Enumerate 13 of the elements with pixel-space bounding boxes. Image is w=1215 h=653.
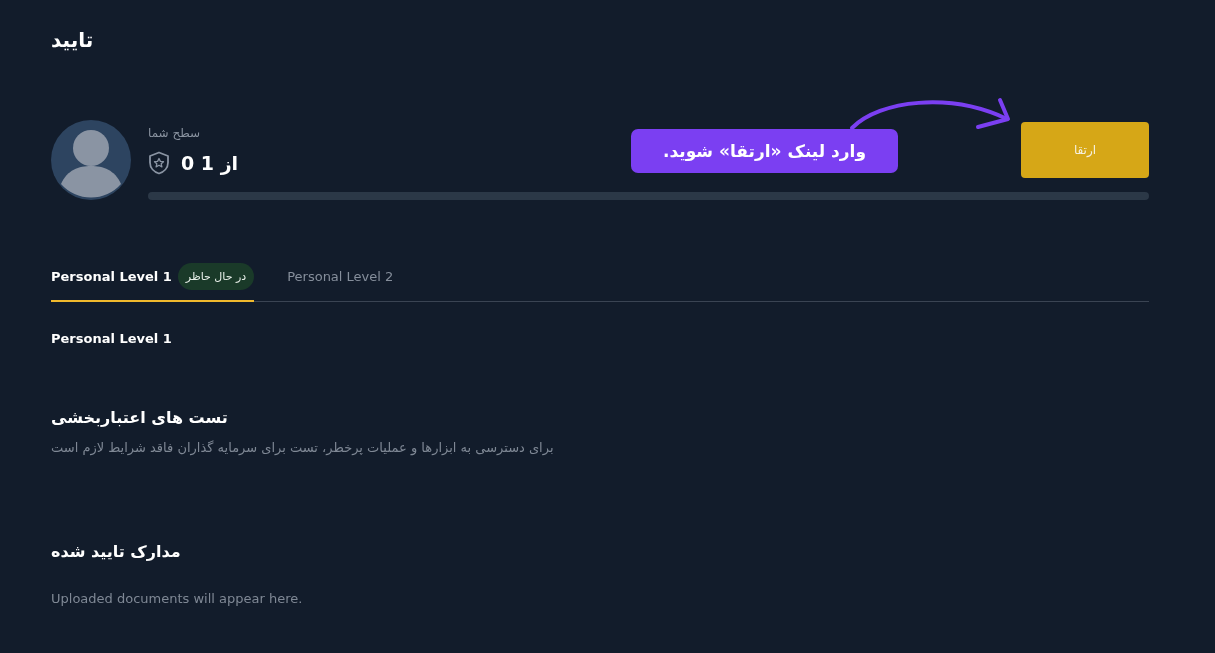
section-title: تست های اعتباربخشی (51, 407, 228, 429)
section-description: برای دسترسی به ابزارها و عملیات پرخطر، تست برای سرمایه گذاران فاقد شرایط لازم است (51, 439, 554, 458)
level-value: 0 1 از (181, 150, 239, 177)
avatar-icon (51, 120, 131, 200)
empty-state-message: Uploaded documents will appear here. (51, 590, 303, 608)
shield-star-icon (148, 150, 170, 175)
status-badge: در حال حاظر (177, 262, 255, 290)
level-label: سطح شما (148, 124, 201, 142)
level-tab[interactable]: Personal Level 2 (287, 258, 394, 302)
section-title: مدارک تایید شده (51, 541, 181, 563)
level-heading: Personal Level 1 (51, 330, 172, 348)
annotation-callout: وارد لینک «ارتقا» شوید. (631, 129, 898, 173)
page-title: تایید (51, 27, 94, 54)
